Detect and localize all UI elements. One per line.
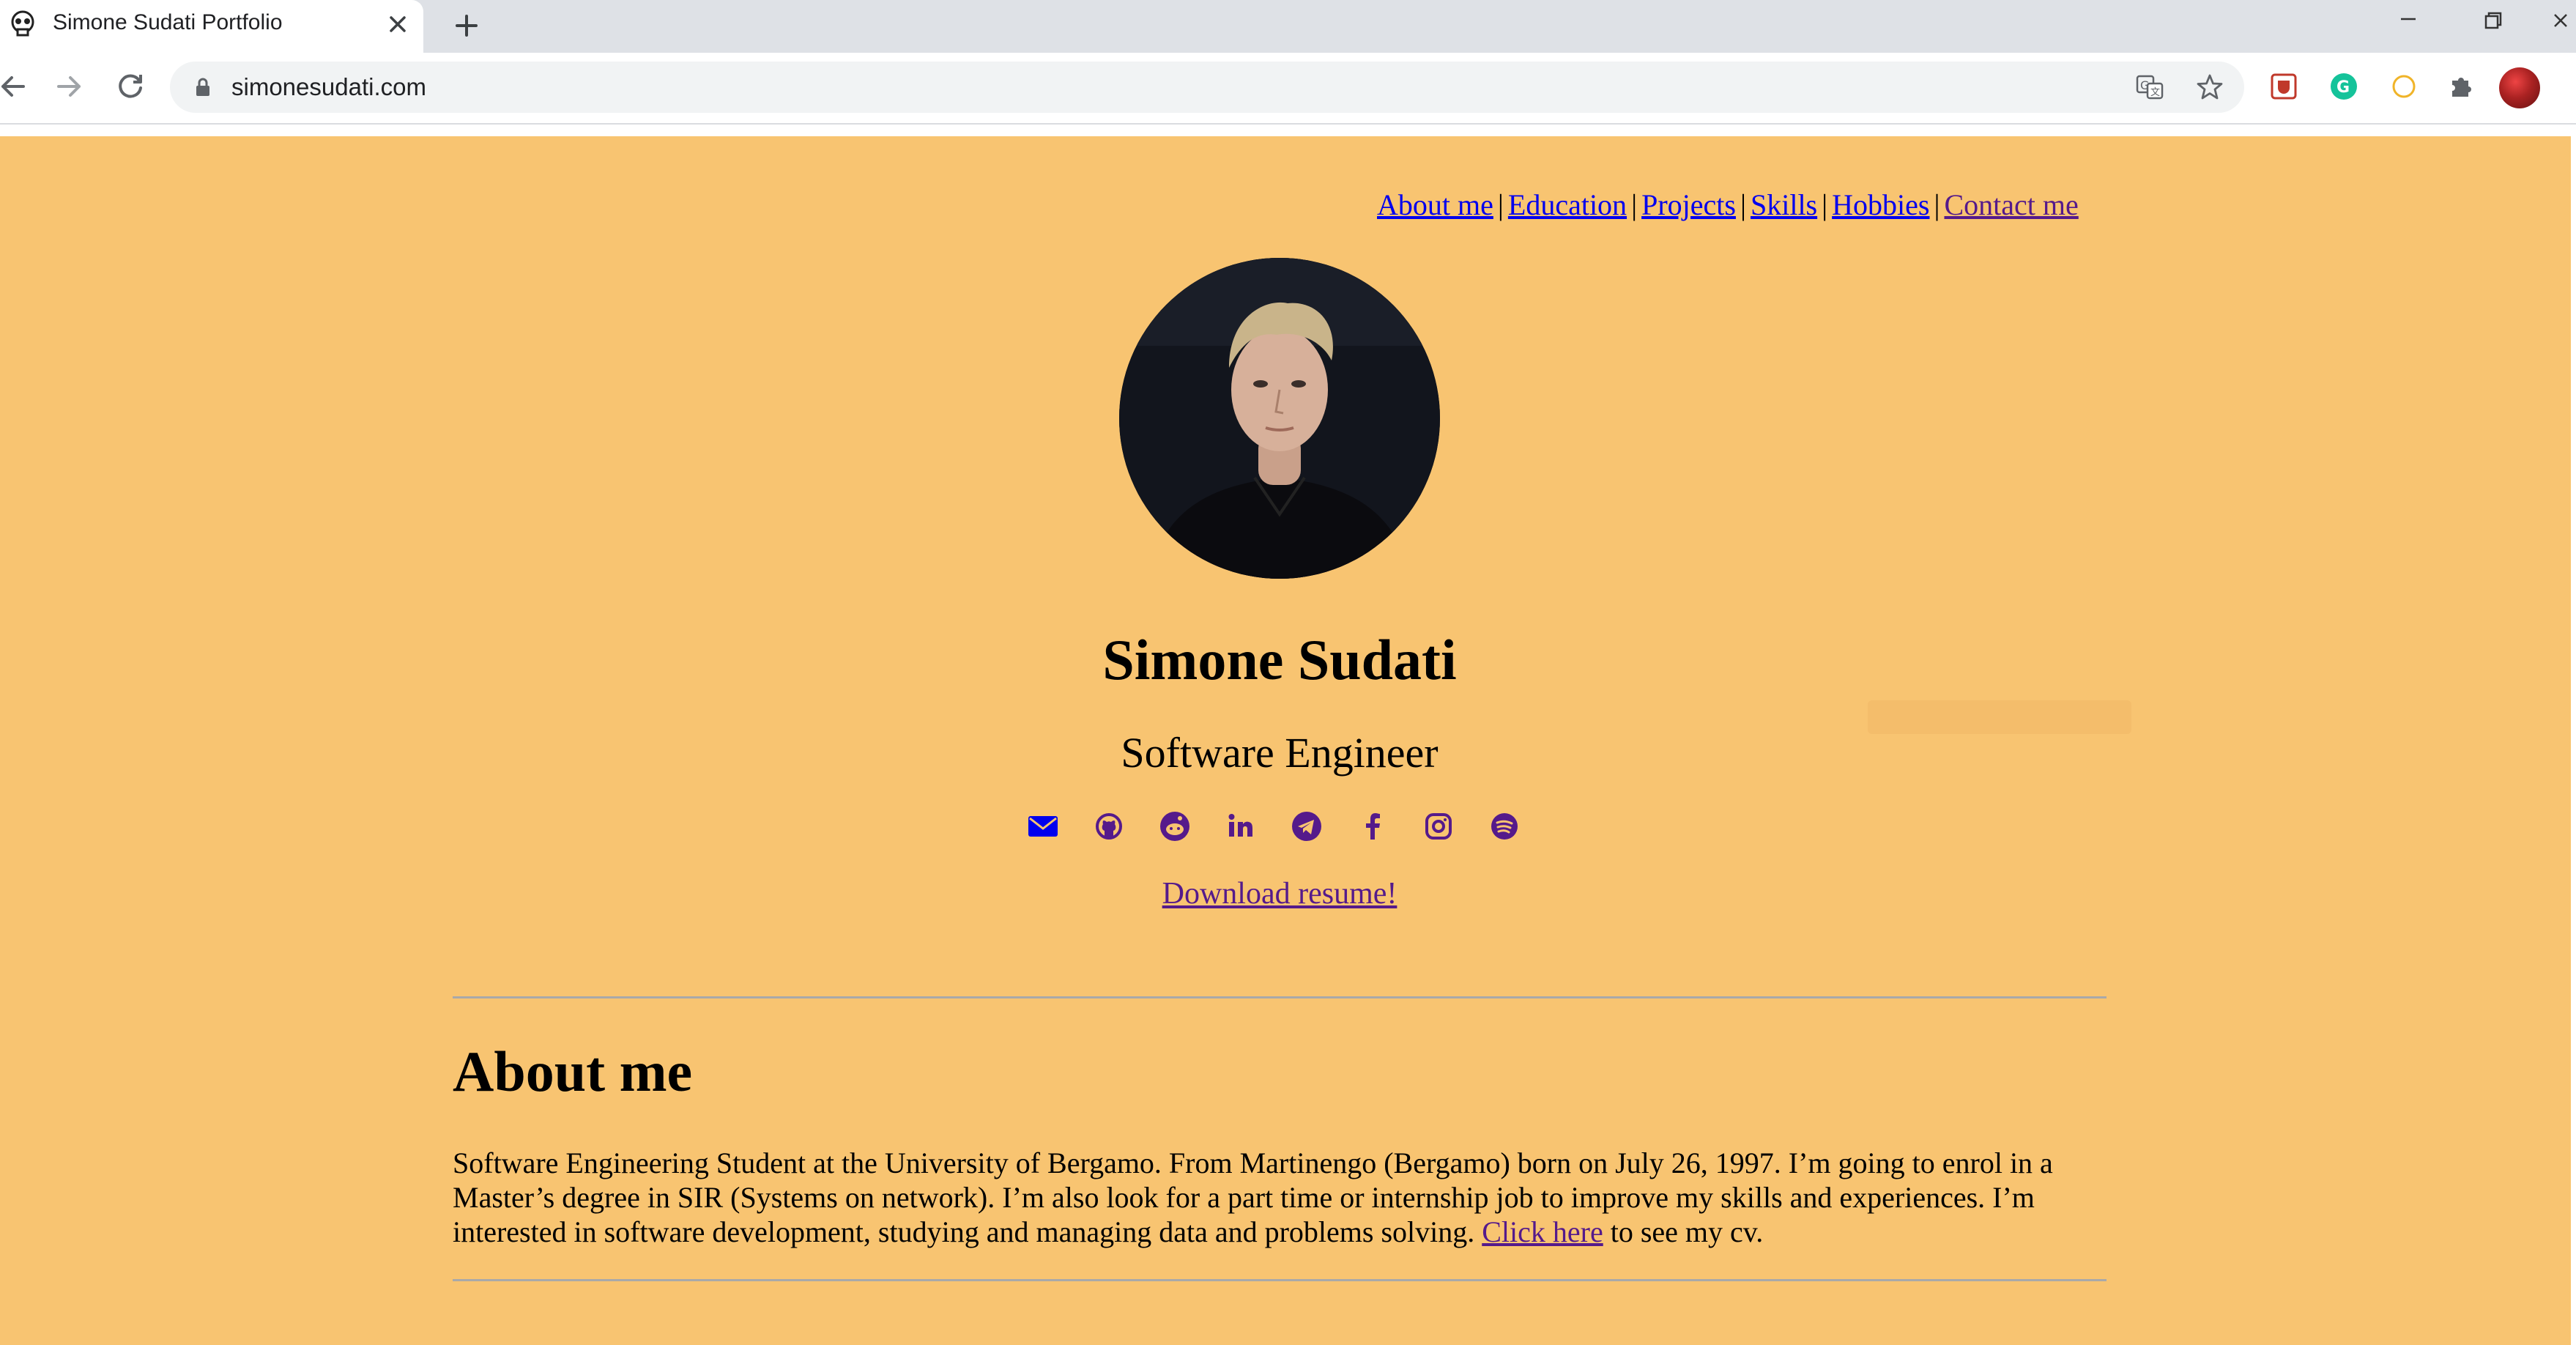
tab-bar: Simone Sudati Portfolio <box>0 0 2576 53</box>
nav-separator: | <box>1497 188 1504 221</box>
about-text: Software Engineering Student at the Univ… <box>453 1146 2053 1248</box>
browser-toolbar: simonesudati.com G 文 G <box>0 53 2576 125</box>
nav-separator: | <box>1822 188 1828 221</box>
page-top-strip <box>0 125 2576 136</box>
spotify-icon[interactable] <box>1487 809 1522 844</box>
minimize-icon[interactable] <box>2386 4 2430 41</box>
nav-separator: | <box>1740 188 1746 221</box>
about-suffix: to see my cv. <box>1610 1215 1764 1248</box>
compass-extension-icon[interactable] <box>2386 69 2421 104</box>
instagram-icon[interactable] <box>1421 809 1456 844</box>
translate-icon[interactable]: G 文 <box>2134 72 2165 103</box>
top-navigation: About me | Education | Projects | Skills | Hobbi… <box>1377 188 2079 222</box>
nav-separator: | <box>1934 188 1940 221</box>
download-resume-link[interactable]: Download resume! <box>1162 877 1398 911</box>
puzzle-icon[interactable] <box>2443 69 2479 104</box>
nav-link-hobbies[interactable]: Hobbies <box>1832 188 1929 221</box>
about-heading: About me <box>453 1040 693 1103</box>
facebook-icon[interactable] <box>1355 809 1390 844</box>
about-paragraph: Software Engineering Student at the Univ… <box>453 1146 2115 1249</box>
nav-separator: | <box>1631 188 1638 221</box>
browser-tab[interactable]: Simone Sudati Portfolio <box>0 0 423 53</box>
linkedin-icon[interactable] <box>1223 809 1258 844</box>
star-icon[interactable] <box>2194 72 2225 103</box>
page-title: Simone Sudati <box>1102 628 1457 692</box>
nav-link-contact-me[interactable]: Contact me <box>1944 188 2078 221</box>
telegram-icon[interactable] <box>1289 809 1324 844</box>
github-icon[interactable] <box>1091 809 1126 844</box>
nav-link-projects[interactable]: Projects <box>1641 188 1736 221</box>
nav-link-about-me[interactable]: About me <box>1377 188 1493 221</box>
plus-icon[interactable] <box>448 7 485 44</box>
profile-photo <box>1119 258 1440 579</box>
svg-text:文: 文 <box>2150 87 2160 98</box>
reload-icon[interactable] <box>113 69 148 104</box>
reddit-icon[interactable] <box>1157 809 1192 844</box>
portrait-image <box>1119 258 1440 579</box>
tab-title: Simone Sudati Portfolio <box>53 10 283 34</box>
divider <box>453 1279 2107 1281</box>
close-window-icon[interactable] <box>2542 4 2576 41</box>
faded-tooltip <box>1868 700 2131 734</box>
grammarly-icon[interactable]: G <box>2326 69 2361 104</box>
shield-extension-icon[interactable] <box>2266 69 2301 104</box>
close-icon[interactable] <box>382 9 413 40</box>
address-bar[interactable]: simonesudati.com G 文 <box>170 62 2244 113</box>
resume-section: Download resume! <box>0 876 2559 911</box>
avatar[interactable] <box>2499 67 2540 108</box>
nav-link-education[interactable]: Education <box>1508 188 1627 221</box>
forward-arrow-icon[interactable] <box>51 69 86 104</box>
lock-icon[interactable] <box>192 76 214 98</box>
cv-link[interactable]: Click here <box>1482 1215 1603 1248</box>
email-icon[interactable] <box>1025 809 1061 844</box>
social-links <box>1025 809 1538 853</box>
page-subtitle: Software Engineer <box>1121 729 1439 777</box>
divider <box>453 996 2107 998</box>
nav-link-skills[interactable]: Skills <box>1751 188 1817 221</box>
back-arrow-icon[interactable] <box>0 69 31 104</box>
url-text: simonesudati.com <box>231 73 426 100</box>
portfolio-page: About me | Education | Projects | Skills | Hobbi… <box>0 136 2571 1345</box>
restore-icon[interactable] <box>2470 4 2514 41</box>
svg-text:G: G <box>2336 78 2350 97</box>
skull-icon <box>11 10 34 37</box>
